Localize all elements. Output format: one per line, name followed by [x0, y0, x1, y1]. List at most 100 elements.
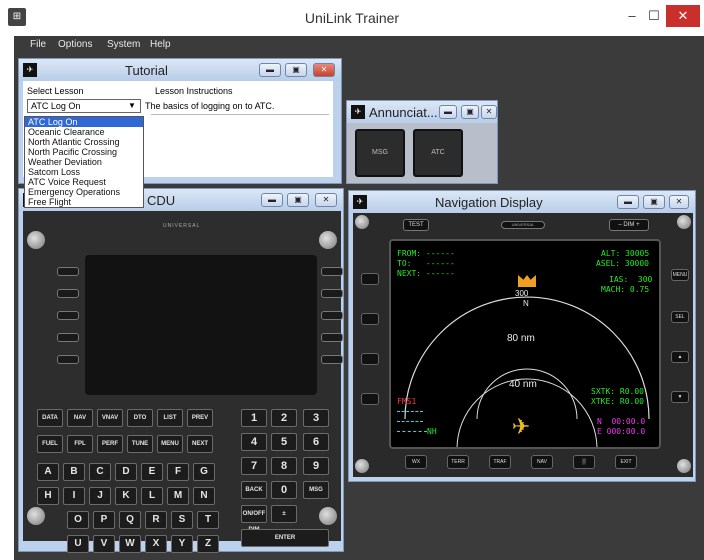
function-key[interactable]: LIST — [157, 409, 183, 427]
alpha-key[interactable]: U — [67, 535, 89, 553]
terr-key[interactable]: TERR — [447, 455, 469, 469]
alpha-key[interactable]: B — [63, 463, 85, 481]
nd-left-key[interactable] — [361, 273, 379, 285]
line-select-key-right[interactable] — [321, 311, 343, 320]
dim-control[interactable]: – DIM + — [609, 219, 649, 231]
function-key[interactable]: TUNE — [127, 435, 153, 453]
menu-system[interactable]: System — [107, 39, 140, 50]
numeric-key[interactable]: 6 — [303, 433, 329, 451]
restore-button[interactable]: ▣ — [643, 195, 665, 209]
close-button[interactable]: ✕ — [481, 105, 497, 119]
alpha-key[interactable]: K — [115, 487, 137, 505]
function-key[interactable]: NAV — [67, 409, 93, 427]
alpha-key[interactable]: F — [167, 463, 189, 481]
function-key[interactable]: NEXT — [187, 435, 213, 453]
alpha-key[interactable]: C — [89, 463, 111, 481]
exit-key[interactable]: EXIT — [615, 455, 637, 469]
minimize-button[interactable]: ▬ — [259, 63, 281, 77]
brightness-knob-icon[interactable] — [319, 231, 337, 249]
annunciator-titlebar[interactable]: ✈ Annunciat... ▬ ▣ ✕ — [347, 101, 497, 123]
menu-help[interactable]: Help — [150, 39, 171, 50]
lesson-option[interactable]: Free Flight — [25, 197, 143, 207]
minimize-button[interactable]: ▬ — [439, 105, 457, 119]
restore-button[interactable]: ▣ — [285, 63, 307, 77]
test-button[interactable]: TEST — [403, 219, 429, 231]
numeric-key[interactable]: 2 — [271, 409, 297, 427]
function-key[interactable]: FUEL — [37, 435, 63, 453]
numeric-key[interactable]: 7 — [241, 457, 267, 475]
numeric-key[interactable]: 0 — [271, 481, 297, 499]
alpha-key[interactable]: E — [141, 463, 163, 481]
alpha-key[interactable]: N — [193, 487, 215, 505]
wx-key[interactable]: WX — [405, 455, 427, 469]
alpha-key[interactable]: X — [145, 535, 167, 553]
numeric-key[interactable]: ± — [271, 505, 297, 523]
alpha-key[interactable]: Z — [197, 535, 219, 553]
lesson-option[interactable]: ATC Log On — [25, 117, 143, 127]
numeric-key[interactable]: MSG — [303, 481, 329, 499]
line-select-key-right[interactable] — [321, 289, 343, 298]
line-select-key-right[interactable] — [321, 333, 343, 342]
brightness-knob-icon[interactable] — [27, 507, 45, 525]
alpha-key[interactable]: A — [37, 463, 59, 481]
function-key[interactable]: PREV — [187, 409, 213, 427]
chevron-down-icon[interactable]: ▼ — [128, 101, 136, 110]
nd-left-key[interactable] — [361, 353, 379, 365]
function-key[interactable]: PERF — [97, 435, 123, 453]
line-select-key-left[interactable] — [57, 267, 79, 276]
alpha-key[interactable]: J — [89, 487, 111, 505]
nav-key[interactable]: NAV — [531, 455, 553, 469]
menu-key[interactable]: MENU — [671, 269, 689, 281]
line-select-key-left[interactable] — [57, 289, 79, 298]
alpha-key[interactable]: H — [37, 487, 59, 505]
menu-options[interactable]: Options — [58, 39, 92, 50]
close-button[interactable]: ✕ — [669, 195, 689, 209]
alpha-key[interactable]: G — [193, 463, 215, 481]
atc-annunciator-button[interactable]: ATC — [413, 129, 463, 177]
close-button[interactable]: ✕ — [313, 63, 335, 77]
alpha-key[interactable]: I — [63, 487, 85, 505]
line-select-key-left[interactable] — [57, 333, 79, 342]
function-key[interactable]: MENU — [157, 435, 183, 453]
function-key[interactable]: DTO — [127, 409, 153, 427]
lesson-option[interactable]: Oceanic Clearance — [25, 127, 143, 137]
lesson-option[interactable]: North Atlantic Crossing — [25, 137, 143, 147]
numeric-key[interactable]: 9 — [303, 457, 329, 475]
close-button[interactable]: ✕ — [315, 193, 337, 207]
nav-display-titlebar[interactable]: ✈ Navigation Display ▬ ▣ ✕ — [349, 191, 695, 213]
alpha-key[interactable]: T — [197, 511, 219, 529]
map-key[interactable]: ▒ — [573, 455, 595, 469]
sel-key[interactable]: SEL — [671, 311, 689, 323]
line-select-key-left[interactable] — [57, 311, 79, 320]
brightness-knob-icon[interactable] — [27, 231, 45, 249]
lesson-select[interactable]: ATC Log On ▼ — [27, 99, 141, 113]
nd-left-key[interactable] — [361, 313, 379, 325]
minimize-button[interactable]: ▬ — [617, 195, 639, 209]
menu-file[interactable]: File — [30, 39, 46, 50]
function-key[interactable]: DATA — [37, 409, 63, 427]
alpha-key[interactable]: M — [167, 487, 189, 505]
up-arrow-icon[interactable]: ▲ — [671, 351, 689, 363]
lesson-option[interactable]: Emergency Operations — [25, 187, 143, 197]
alpha-key[interactable]: Y — [171, 535, 193, 553]
numeric-key[interactable]: ENTER — [241, 529, 329, 547]
down-arrow-icon[interactable]: ▼ — [671, 391, 689, 403]
close-button[interactable]: ✕ — [666, 5, 700, 27]
numeric-key[interactable]: 3 — [303, 409, 329, 427]
alpha-key[interactable]: S — [171, 511, 193, 529]
numeric-key[interactable]: 4 — [241, 433, 267, 451]
lesson-option[interactable]: Weather Deviation — [25, 157, 143, 167]
restore-button[interactable]: ▣ — [461, 105, 479, 119]
line-select-key-right[interactable] — [321, 355, 343, 364]
brightness-knob-icon[interactable] — [319, 507, 337, 525]
numeric-key[interactable]: 1 — [241, 409, 267, 427]
tutorial-titlebar[interactable]: ✈ Tutorial ▬ ▣ ✕ — [19, 59, 341, 81]
alpha-key[interactable]: Q — [119, 511, 141, 529]
function-key[interactable]: VNAV — [97, 409, 123, 427]
alpha-key[interactable]: L — [141, 487, 163, 505]
traf-key[interactable]: TRAF — [489, 455, 511, 469]
alpha-key[interactable]: W — [119, 535, 141, 553]
numeric-key[interactable]: BACK — [241, 481, 267, 499]
alpha-key[interactable]: V — [93, 535, 115, 553]
restore-button[interactable]: ▣ — [287, 193, 309, 207]
